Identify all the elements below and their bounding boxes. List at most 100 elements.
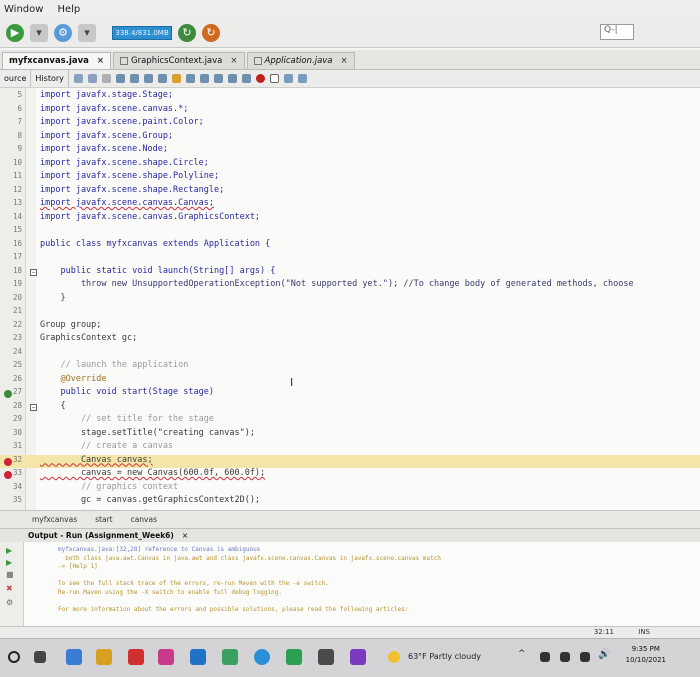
toggle-bookmark-icon[interactable] bbox=[213, 74, 223, 83]
code-line[interactable]: 13 import javafx.scene.canvas.Canvas; bbox=[0, 198, 700, 212]
code-line[interactable]: 19 throw new UnsupportedOperationExcepti… bbox=[0, 279, 700, 293]
taskbar-app-icon[interactable] bbox=[158, 649, 174, 665]
settings-icon[interactable]: ⚙ bbox=[6, 598, 17, 607]
code-line[interactable]: 10 import javafx.scene.shape.Circle; bbox=[0, 158, 700, 172]
code-line[interactable]: 11 import javafx.scene.shape.Polyline; bbox=[0, 171, 700, 185]
forward-icon[interactable] bbox=[87, 74, 97, 83]
file-explorer-icon[interactable] bbox=[96, 649, 112, 665]
code-line[interactable]: 34 // graphics context bbox=[0, 482, 700, 496]
run-project-icon[interactable]: ▶ bbox=[6, 23, 24, 42]
code-line[interactable]: 26 @Override bbox=[0, 374, 700, 388]
find-next-icon[interactable] bbox=[143, 74, 153, 83]
stop-icon[interactable]: ■ bbox=[6, 570, 17, 579]
rerun-icon[interactable]: ▶ bbox=[6, 546, 17, 555]
code-line[interactable]: 17 bbox=[0, 252, 700, 266]
find-icon[interactable] bbox=[115, 74, 125, 83]
code-line[interactable]: 25 // launch the application bbox=[0, 360, 700, 374]
clear-icon[interactable]: ✖ bbox=[6, 584, 17, 593]
rerun-with-options-icon[interactable]: ▶ bbox=[6, 558, 17, 567]
error-icon[interactable] bbox=[4, 471, 12, 479]
dropdown-icon[interactable]: ▾ bbox=[78, 23, 96, 42]
edge-icon[interactable] bbox=[254, 649, 270, 665]
task-view-icon[interactable] bbox=[34, 651, 46, 663]
breadcrumb-variable[interactable]: canvas bbox=[131, 515, 157, 524]
tab-application[interactable]: Application.java × bbox=[246, 52, 355, 69]
code-line[interactable]: 32 Canvas canvas; bbox=[0, 454, 700, 468]
uncomment-icon[interactable] bbox=[297, 74, 307, 83]
stop-macro-icon[interactable] bbox=[269, 74, 279, 83]
code-line[interactable]: 24 bbox=[0, 347, 700, 361]
find-selection-icon[interactable] bbox=[157, 74, 167, 83]
code-line[interactable]: 21 bbox=[0, 306, 700, 320]
next-bookmark-icon[interactable] bbox=[199, 74, 209, 83]
tab-graphicscontext[interactable]: GraphicsContext.java × bbox=[113, 52, 245, 69]
toggle-highlight-icon[interactable] bbox=[171, 74, 181, 83]
tray-icon[interactable] bbox=[560, 652, 570, 662]
system-clock[interactable]: 9:35 PM 10/10/2021 bbox=[626, 644, 666, 666]
back-icon[interactable] bbox=[73, 74, 83, 83]
chevron-up-icon[interactable]: ^ bbox=[518, 649, 534, 665]
taskbar-app-icon[interactable] bbox=[128, 649, 144, 665]
code-line[interactable]: 15 bbox=[0, 225, 700, 239]
code-line[interactable]: 7 import javafx.scene.paint.Color; bbox=[0, 117, 700, 131]
code-line[interactable]: 33 canvas = new Canvas(600.0f, 600.0f); bbox=[0, 468, 700, 482]
output-title[interactable]: Output - Run (Assignment_Week6) bbox=[28, 531, 174, 540]
profile-icon[interactable]: ↻ bbox=[202, 23, 220, 42]
code-line[interactable]: 8 import javafx.scene.Group; bbox=[0, 131, 700, 145]
close-icon[interactable]: × bbox=[230, 56, 237, 66]
code-line[interactable]: 20 } bbox=[0, 293, 700, 307]
tab-myfxcanvas[interactable]: myfxcanvas.java × bbox=[2, 52, 112, 69]
breadcrumb-method[interactable]: start bbox=[95, 515, 112, 524]
source-tab[interactable]: ource bbox=[0, 70, 32, 87]
memory-indicator[interactable]: 338.4/831.0MB bbox=[112, 25, 172, 40]
gc-icon[interactable]: ↻ bbox=[178, 23, 196, 42]
code-line[interactable]: 9 import javafx.scene.Node; bbox=[0, 144, 700, 158]
code-line[interactable]: 14 import javafx.scene.canvas.GraphicsCon… bbox=[0, 212, 700, 226]
code-line[interactable]: 22 Group group; bbox=[0, 320, 700, 334]
taskbar-app-icon[interactable] bbox=[286, 649, 302, 665]
shift-right-icon[interactable] bbox=[241, 74, 251, 83]
close-icon[interactable]: × bbox=[182, 531, 188, 540]
comment-icon[interactable] bbox=[283, 74, 293, 83]
code-line[interactable]: 12 import javafx.scene.shape.Rectangle; bbox=[0, 185, 700, 199]
code-line[interactable]: 6 import javafx.scene.canvas.*; bbox=[0, 104, 700, 118]
taskbar-app-icon[interactable] bbox=[318, 649, 334, 665]
code-line[interactable]: 29 // set title for the stage bbox=[0, 414, 700, 428]
close-icon[interactable]: × bbox=[341, 56, 348, 66]
close-icon[interactable]: × bbox=[97, 56, 104, 66]
menu-window[interactable]: Window bbox=[4, 4, 43, 15]
volume-icon[interactable]: 🔊 bbox=[598, 649, 614, 665]
dropdown-icon[interactable] bbox=[101, 74, 111, 83]
code-line[interactable]: 27 public void start(Stage stage) bbox=[0, 387, 700, 401]
tray-icon[interactable] bbox=[540, 652, 550, 662]
dropdown-icon[interactable]: ▾ bbox=[30, 23, 48, 42]
code-line[interactable]: 23 GraphicsContext gc; bbox=[0, 333, 700, 347]
weather-text[interactable]: 63°F Partly cloudy bbox=[408, 652, 481, 661]
code-editor[interactable]: 5 import javafx.stage.Stage; 6 import javaf… bbox=[0, 88, 700, 510]
breadcrumb-class[interactable]: myfxcanvas bbox=[32, 515, 77, 524]
code-line[interactable]: 16 public class myfxcanvas extends Applic… bbox=[0, 239, 700, 253]
shift-left-icon[interactable] bbox=[227, 74, 237, 83]
taskbar-app-icon[interactable] bbox=[222, 649, 238, 665]
debug-project-icon[interactable]: ⚙ bbox=[54, 23, 72, 42]
output-panel[interactable]: ▶ ▶ ■ ✖ ⚙ myfxcanvas.java:[32,28] refere… bbox=[0, 542, 700, 626]
tray-icon[interactable] bbox=[580, 652, 590, 662]
code-line[interactable]: 30 stage.setTitle("creating canvas"); bbox=[0, 428, 700, 442]
code-line[interactable]: 18 public static void launch(String[] ar… bbox=[0, 266, 700, 280]
code-line[interactable]: 28 {− bbox=[0, 401, 700, 415]
code-line[interactable]: 35 gc = canvas.getGraphicsContext2D(); bbox=[0, 495, 700, 509]
history-tab[interactable]: History bbox=[31, 70, 69, 87]
error-icon[interactable] bbox=[4, 457, 12, 466]
code-line[interactable]: 5 import javafx.stage.Stage; bbox=[0, 90, 700, 104]
start-macro-icon[interactable] bbox=[255, 74, 265, 83]
fold-toggle-icon[interactable]: − bbox=[30, 403, 37, 411]
taskbar-app-icon[interactable] bbox=[350, 649, 366, 665]
search-input[interactable]: Q-| bbox=[600, 24, 634, 40]
taskbar-app-icon[interactable] bbox=[190, 649, 206, 665]
override-icon[interactable] bbox=[4, 390, 12, 398]
taskbar-app-icon[interactable] bbox=[66, 649, 82, 665]
fold-toggle-icon[interactable]: − bbox=[30, 268, 37, 276]
search-icon[interactable] bbox=[8, 651, 20, 663]
code-line[interactable]: 31 // create a canvas bbox=[0, 441, 700, 455]
find-previous-icon[interactable] bbox=[129, 74, 139, 83]
